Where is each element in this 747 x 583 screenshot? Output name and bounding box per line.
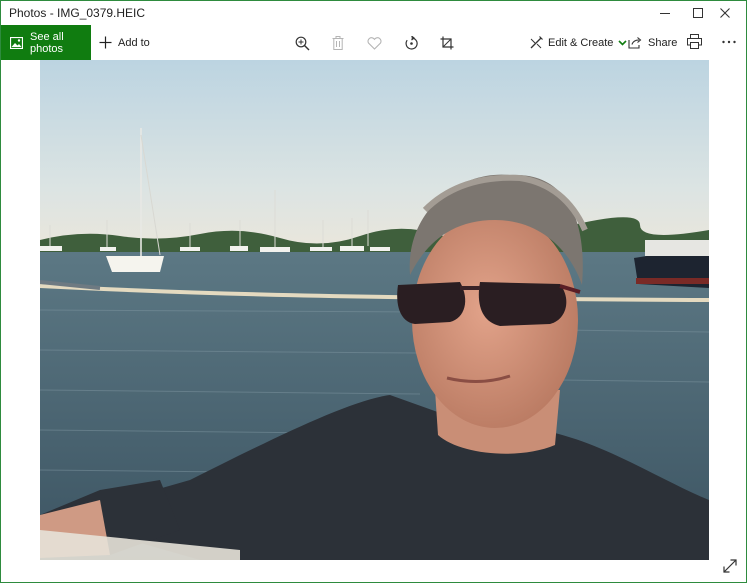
toolbar: See all photos Add to Edit & Create Shar… xyxy=(1,25,746,60)
rotate-button[interactable] xyxy=(402,34,420,52)
rotate-icon xyxy=(405,35,418,50)
more-icon xyxy=(722,40,736,44)
print-icon xyxy=(687,34,702,49)
share-button[interactable]: Share xyxy=(628,25,677,60)
window-title: Photos - IMG_0379.HEIC xyxy=(9,6,146,20)
title-bar: Photos - IMG_0379.HEIC xyxy=(1,1,746,25)
delete-icon xyxy=(332,36,344,50)
photo-image xyxy=(40,60,709,560)
crop-button[interactable] xyxy=(438,34,456,52)
close-icon xyxy=(720,8,730,18)
favorite-icon xyxy=(367,36,381,50)
minimize-icon xyxy=(660,13,670,14)
share-label: Share xyxy=(648,36,678,49)
plus-icon xyxy=(99,36,112,49)
zoom-in-icon xyxy=(295,36,309,50)
maximize-icon xyxy=(693,8,703,18)
see-all-photos-button[interactable]: See all photos xyxy=(1,25,91,60)
photo-gallery-icon xyxy=(10,36,23,49)
more-options-button[interactable] xyxy=(721,34,737,50)
print-button[interactable] xyxy=(687,34,702,49)
edit-create-button[interactable]: Edit & Create xyxy=(530,25,627,60)
chevron-down-icon xyxy=(618,39,627,46)
edit-create-label: Edit & Create xyxy=(548,36,614,49)
photos-window: Photos - IMG_0379.HEIC See all photos Ad… xyxy=(0,0,747,583)
add-to-button[interactable]: Add to xyxy=(99,25,150,60)
minimize-button[interactable] xyxy=(647,1,683,25)
fullscreen-button[interactable] xyxy=(722,558,738,574)
add-to-label: Add to xyxy=(118,36,150,49)
photo-viewer[interactable] xyxy=(40,60,709,560)
expand-icon xyxy=(723,559,737,573)
zoom-in-button[interactable] xyxy=(293,34,311,52)
see-all-photos-label: See all photos xyxy=(30,30,64,55)
delete-button[interactable] xyxy=(329,34,347,52)
favorite-button[interactable] xyxy=(365,34,383,52)
edit-create-icon xyxy=(530,36,543,49)
crop-icon xyxy=(440,36,454,50)
share-icon xyxy=(628,36,642,49)
close-button[interactable] xyxy=(707,1,743,25)
